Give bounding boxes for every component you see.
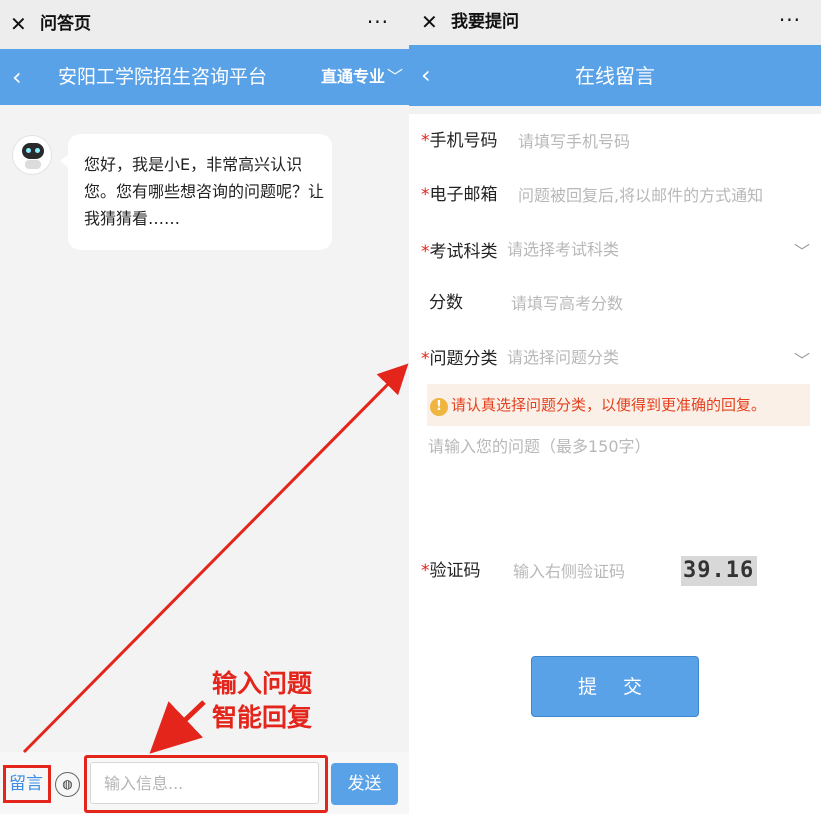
- robot-eye: [26, 148, 31, 153]
- divider: [409, 106, 821, 114]
- required-star: *: [421, 561, 430, 581]
- wechat-titlebar: ✕ 问答页 ···: [0, 0, 409, 49]
- robot-eye: [35, 148, 40, 153]
- email-label: *电子邮箱: [421, 183, 498, 207]
- info-icon: !: [430, 398, 448, 416]
- chevron-down-icon[interactable]: ﹀: [794, 242, 810, 262]
- category-label-text: 问题分类: [429, 349, 498, 369]
- bot-avatar: [12, 135, 52, 175]
- captcha-image-text: 39.16: [683, 558, 755, 583]
- exam-type-select[interactable]: 请选择考试科类: [507, 238, 619, 262]
- wechat-title: 我要提问: [451, 12, 519, 32]
- captcha-label: *验证码: [421, 559, 481, 583]
- close-icon[interactable]: ✕: [10, 12, 30, 36]
- direct-major-dropdown[interactable]: 直通专业 ﹀: [321, 66, 403, 88]
- direct-major-label: 直通专业: [320, 67, 385, 86]
- wechat-titlebar: ✕ 我要提问 ···: [409, 0, 821, 45]
- annotation-text: 输入问题 智能回复: [212, 667, 312, 735]
- send-button[interactable]: 发送: [331, 763, 398, 805]
- email-label-text: 电子邮箱: [429, 185, 498, 205]
- chat-panel: ✕ 问答页 ··· ‹ 安阳工学院招生咨询平台 直通专业 ﹀ 您好，我是小E，非常…: [0, 0, 409, 814]
- captcha-image[interactable]: 39.16: [681, 556, 757, 586]
- back-icon[interactable]: ‹: [12, 65, 34, 89]
- chevron-down-icon: ﹀: [386, 67, 403, 86]
- chat-header-title: 安阳工学院招生咨询平台: [58, 66, 268, 88]
- submit-button[interactable]: 提 交: [531, 656, 699, 717]
- form-header-title: 在线留言: [575, 64, 655, 88]
- robot-body: [25, 160, 41, 169]
- exam-type-label: *考试科类: [421, 240, 498, 264]
- highlight-box-leave-message: [3, 765, 51, 803]
- form-header: ‹ 在线留言: [409, 45, 821, 106]
- message-input[interactable]: [90, 762, 319, 804]
- annotation-line-2: 智能回复: [212, 703, 313, 732]
- chevron-down-icon[interactable]: ﹀: [794, 351, 810, 371]
- form-panel: ✕ 我要提问 ··· ‹ 在线留言 *手机号码 请填写手机号码 *电子邮箱 问题…: [409, 0, 821, 814]
- more-icon[interactable]: ···: [779, 8, 801, 32]
- category-select[interactable]: 请选择问题分类: [507, 346, 619, 370]
- required-star: *: [421, 131, 430, 151]
- required-star: *: [421, 185, 430, 205]
- category-tip: ! 请认真选择问题分类，以便得到更准确的回复。: [427, 384, 810, 426]
- wechat-title: 问答页: [40, 14, 91, 34]
- exam-type-label-text: 考试科类: [429, 242, 498, 262]
- tip-text: 请认真选择问题分类，以便得到更准确的回复。: [451, 396, 767, 414]
- phone-label-text: 手机号码: [429, 131, 498, 151]
- annotation-line-1: 输入问题: [212, 669, 313, 698]
- email-input[interactable]: 问题被回复后,将以邮件的方式通知: [518, 184, 763, 208]
- captcha-label-text: 验证码: [429, 561, 481, 581]
- question-textarea[interactable]: 请输入您的问题（最多150字）: [428, 435, 651, 459]
- phone-input[interactable]: 请填写手机号码: [518, 130, 630, 154]
- required-star: *: [421, 349, 430, 369]
- close-icon[interactable]: ✕: [421, 10, 441, 34]
- category-label: *问题分类: [421, 347, 498, 371]
- score-label: 分数: [429, 293, 463, 313]
- bot-message-bubble: 您好，我是小E，非常高兴认识您。您有哪些想咨询的问题呢？让我猜猜看……: [60, 134, 332, 250]
- score-input[interactable]: 请填写高考分数: [511, 292, 623, 316]
- required-star: *: [421, 242, 430, 262]
- more-icon[interactable]: ···: [367, 10, 389, 34]
- bot-message-text: 您好，我是小E，非常高兴认识您。您有哪些想咨询的问题呢？让我猜猜看……: [84, 155, 325, 228]
- voice-icon[interactable]: ◍: [55, 772, 80, 797]
- phone-label: *手机号码: [421, 129, 498, 153]
- captcha-input[interactable]: 输入右侧验证码: [513, 560, 625, 584]
- chat-header: ‹ 安阳工学院招生咨询平台 直通专业 ﹀: [0, 49, 409, 105]
